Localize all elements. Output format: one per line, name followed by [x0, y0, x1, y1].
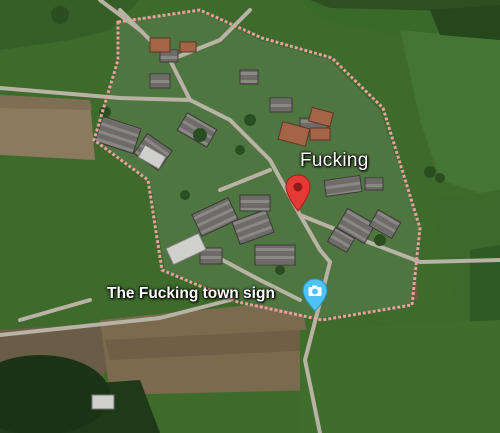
- place-label[interactable]: Fucking: [300, 150, 369, 172]
- poi-label[interactable]: The Fucking town sign: [107, 285, 275, 303]
- satellite-imagery: [0, 0, 500, 433]
- location-pin-icon[interactable]: [285, 174, 311, 212]
- camera-icon[interactable]: [302, 278, 328, 312]
- satellite-map[interactable]: Fucking The Fucking town sign: [0, 0, 500, 433]
